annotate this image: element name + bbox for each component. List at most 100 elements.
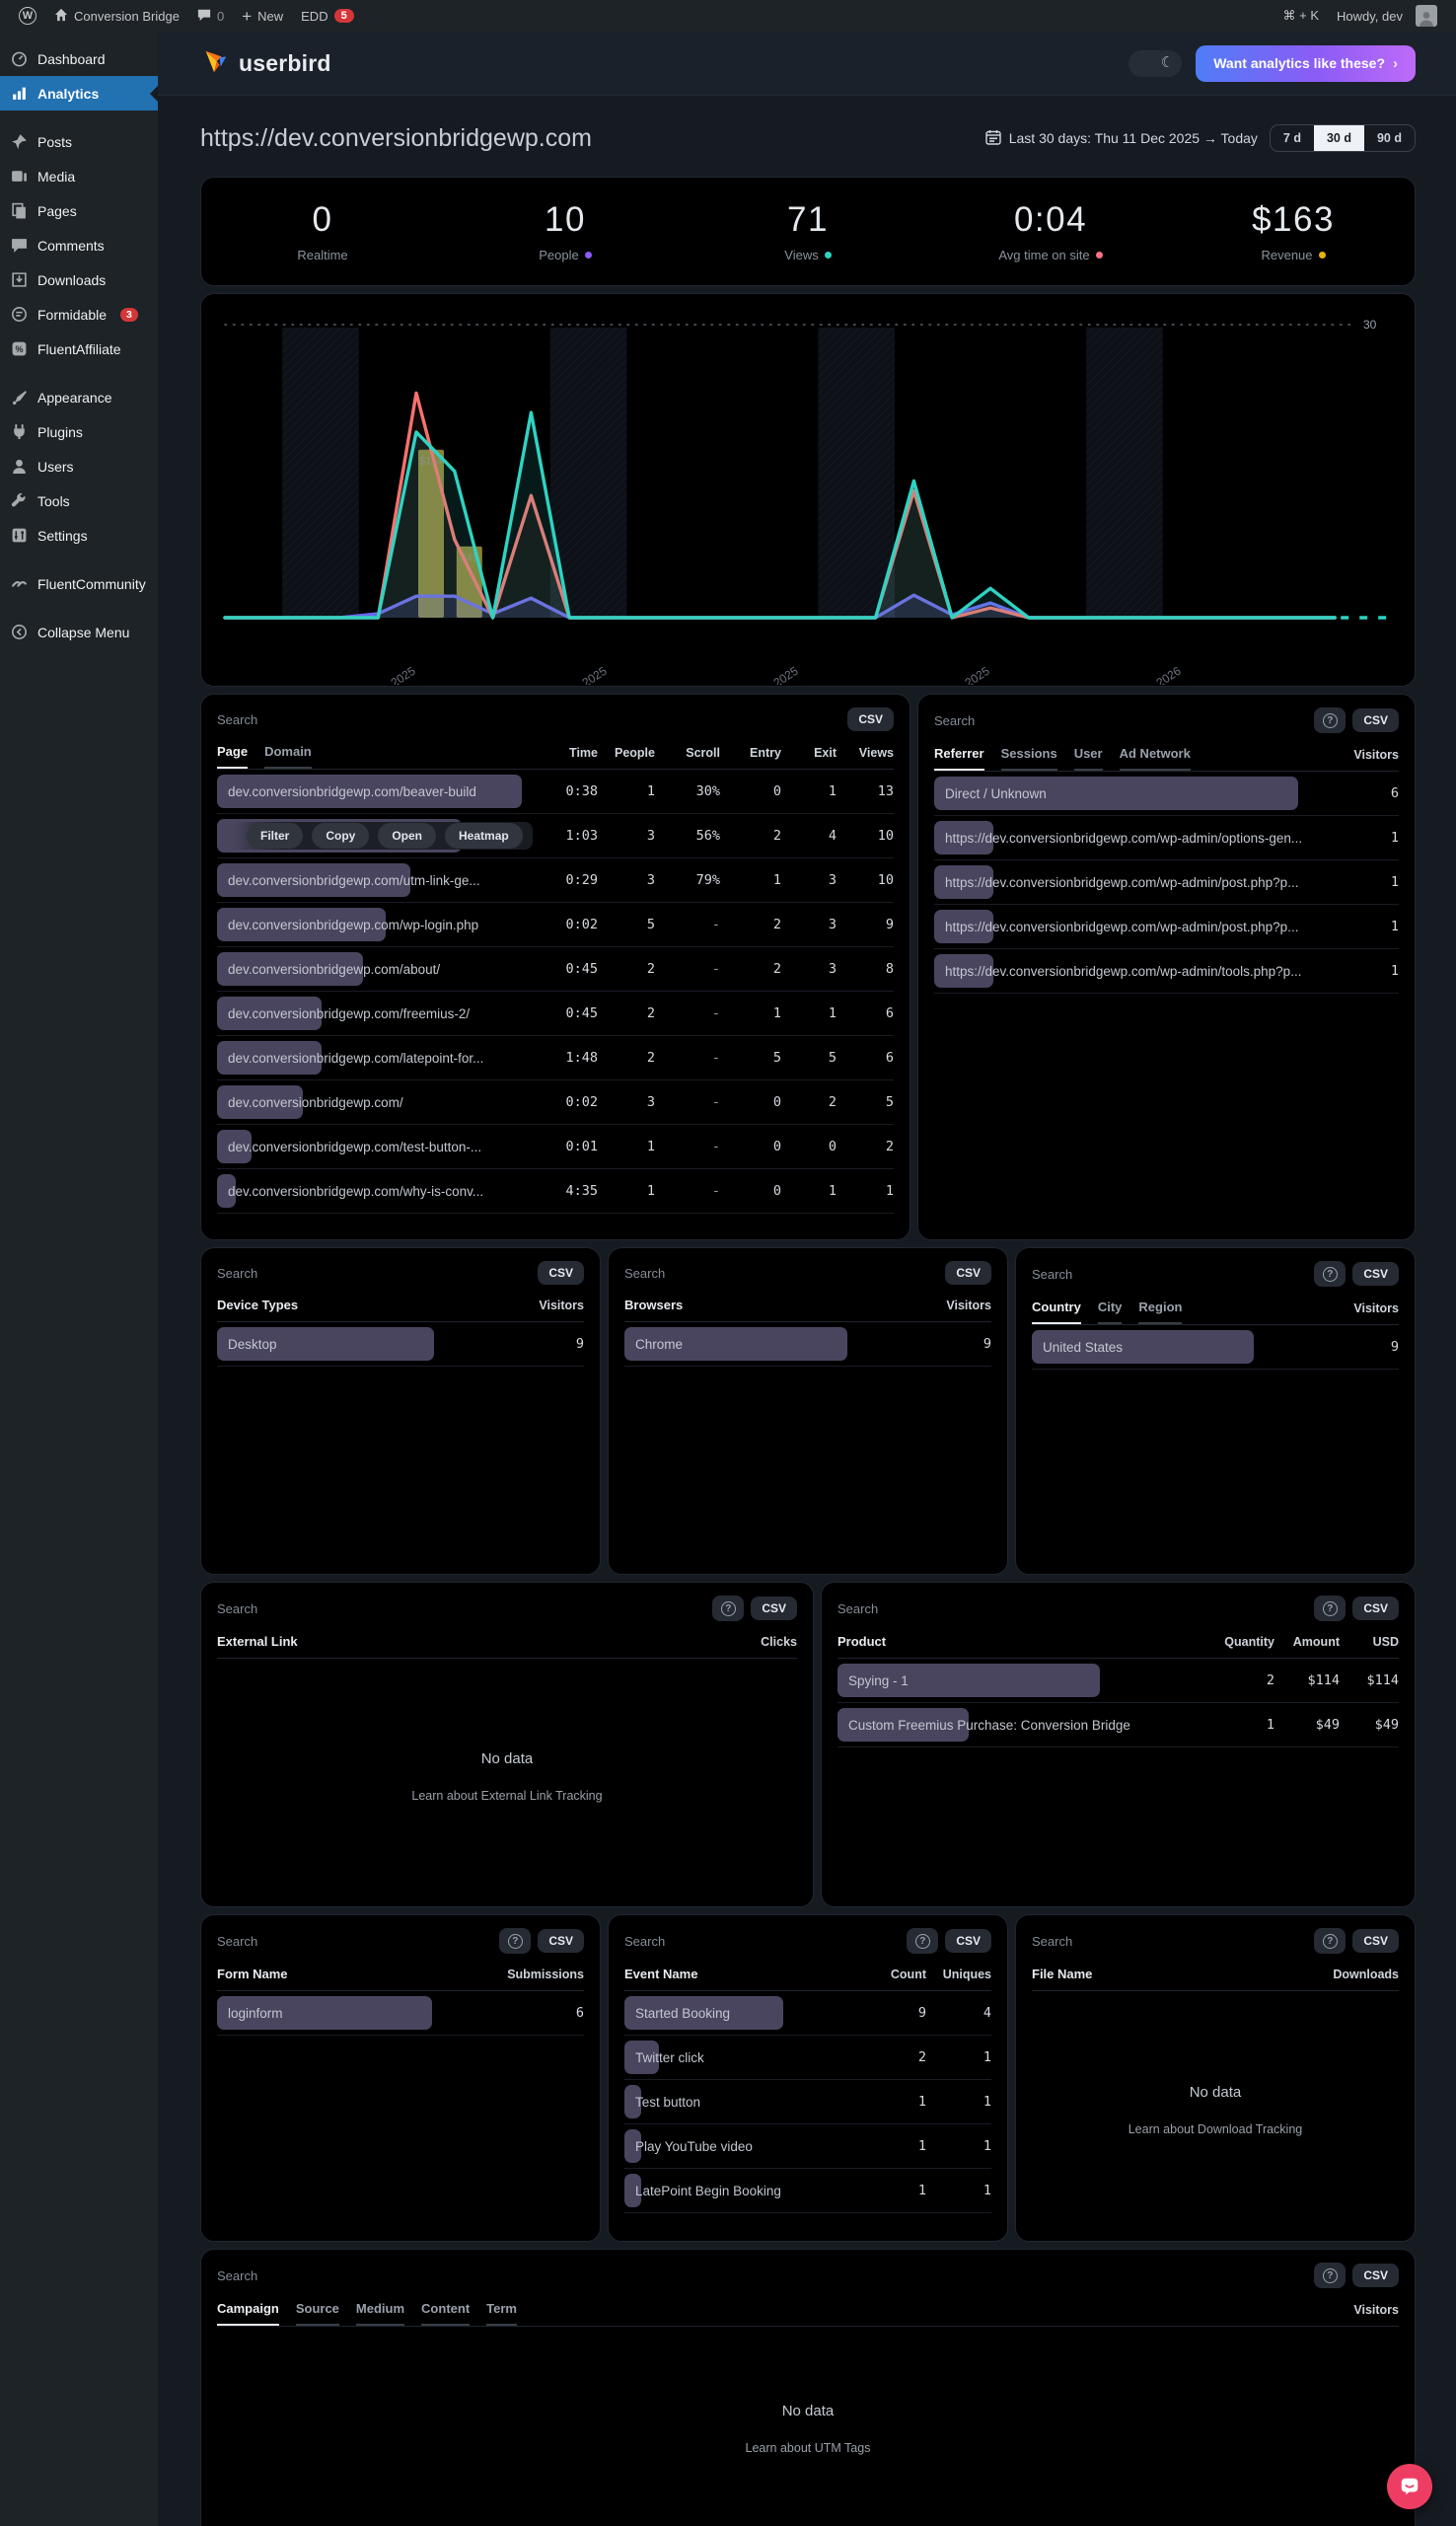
table-row[interactable]: United States 9 — [1032, 1325, 1399, 1370]
search-input[interactable] — [1032, 1266, 1209, 1282]
sidebar-item-users[interactable]: Users — [0, 449, 158, 483]
csv-export-button[interactable]: CSV — [538, 1261, 584, 1285]
range-button-7d[interactable]: 7 d — [1271, 125, 1314, 151]
table-row[interactable]: Spying - 1 2 $114 $114 — [837, 1659, 1399, 1703]
wp-logo-menu[interactable]: W — [10, 0, 45, 32]
csv-export-button[interactable]: CSV — [1352, 1262, 1399, 1286]
search-input[interactable] — [624, 1933, 802, 1949]
table-row[interactable]: dev.conversionbridgewp.com/0:02 3 - 0 2 5 — [217, 1080, 894, 1125]
csv-export-button[interactable]: CSV — [945, 1261, 991, 1285]
table-row[interactable]: Direct / Unknown 6 — [934, 772, 1399, 816]
help-button[interactable]: ? — [1314, 2263, 1347, 2288]
tab-city[interactable]: City — [1097, 1300, 1123, 1324]
filter-action-button[interactable]: Filter — [247, 823, 304, 849]
csv-export-button[interactable]: CSV — [1352, 2264, 1399, 2287]
dark-mode-toggle[interactable]: ☾ — [1128, 49, 1183, 77]
heatmap-action-button[interactable]: Heatmap — [445, 823, 523, 849]
table-row[interactable]: https://dev.conversionbridgewp.com/wp-ad… — [934, 949, 1399, 994]
empty-learn-link[interactable]: Learn about UTM Tags — [746, 2441, 871, 2455]
search-input[interactable] — [934, 712, 1112, 728]
command-shortcut[interactable]: ⌘ + K — [1274, 0, 1329, 32]
tab-ad-network[interactable]: Ad Network — [1119, 746, 1191, 771]
table-row[interactable]: dev.conversionbridgewp.com/beaver-build 0… — [217, 770, 894, 814]
sidebar-item-comments[interactable]: Comments — [0, 228, 158, 262]
search-input[interactable] — [624, 1265, 802, 1281]
sidebar-item-posts[interactable]: Posts — [0, 124, 158, 159]
range-button-30d[interactable]: 30 d — [1313, 125, 1364, 151]
sidebar-item-downloads[interactable]: Downloads — [0, 262, 158, 297]
tab-domain[interactable]: Domain — [264, 744, 312, 769]
table-row[interactable]: Desktop 9 — [217, 1322, 584, 1367]
help-button[interactable]: ? — [712, 1596, 745, 1621]
tab-country[interactable]: Country — [1032, 1300, 1081, 1324]
sidebar-item-fluentaffiliate[interactable]: % FluentAffiliate — [0, 332, 158, 366]
table-row[interactable]: Custom Freemius Purchase: Conversion Bri… — [837, 1703, 1399, 1747]
help-button[interactable]: ? — [1314, 707, 1347, 733]
table-row[interactable]: dev.conversionbridgewp.com/utm-link-ge..… — [217, 858, 894, 903]
tab-sessions[interactable]: Sessions — [1000, 746, 1057, 771]
table-row[interactable]: dev.conversionbridgewp.com/test-button-.… — [217, 1125, 894, 1169]
sidebar-item-formidable[interactable]: Formidable 3 — [0, 297, 158, 332]
csv-export-button[interactable]: CSV — [751, 1597, 797, 1620]
tab-content[interactable]: Content — [421, 2301, 471, 2326]
table-row[interactable]: dev.conversionbridgewp.com/why-is-conv..… — [217, 1169, 894, 1214]
help-button[interactable]: ? — [907, 1928, 939, 1954]
tab-campaign[interactable]: Campaign — [217, 2301, 279, 2326]
tab-region[interactable]: Region — [1138, 1300, 1183, 1324]
open-action-button[interactable]: Open — [378, 823, 437, 849]
sidebar-item-pages[interactable]: Pages — [0, 193, 158, 228]
sidebar-item-settings[interactable]: Settings — [0, 518, 158, 553]
sidebar-item-dashboard[interactable]: Dashboard — [0, 41, 158, 76]
table-row[interactable]: dev.conversionbridgewp.com/wp-login.php 0… — [217, 903, 894, 947]
help-button[interactable]: ? — [499, 1928, 532, 1954]
table-row[interactable]: dev.conversionbridgewp.com/about/0:45 2 - 2… — [217, 947, 894, 992]
search-input[interactable] — [217, 2267, 395, 2283]
empty-learn-link[interactable]: Learn about External Link Tracking — [411, 1789, 602, 1803]
tab-referrer[interactable]: Referrer — [934, 746, 984, 771]
table-row[interactable]: https://dev.conversionbridgewp.com/wp-ad… — [934, 816, 1399, 860]
table-row[interactable]: https://dev.conversionbridgewp.com/wp-ad… — [934, 860, 1399, 905]
sidebar-item-tools[interactable]: Tools — [0, 483, 158, 518]
csv-export-button[interactable]: CSV — [945, 1929, 991, 1953]
search-input[interactable] — [217, 711, 395, 727]
copy-action-button[interactable]: Copy — [312, 823, 370, 849]
new-content-menu[interactable]: + New — [233, 0, 292, 32]
range-button-90d[interactable]: 90 d — [1364, 125, 1415, 151]
tab-term[interactable]: Term — [486, 2301, 517, 2326]
tab-user[interactable]: User — [1073, 746, 1103, 771]
tab-source[interactable]: Source — [295, 2301, 339, 2326]
search-input[interactable] — [217, 1600, 395, 1616]
help-button[interactable]: ? — [1314, 1928, 1347, 1954]
table-row[interactable]: Chrome 9 — [624, 1322, 991, 1367]
search-input[interactable] — [217, 1933, 395, 1949]
table-row[interactable]: Started Booking 9 4 — [624, 1991, 991, 2036]
search-input[interactable] — [217, 1265, 395, 1281]
help-button[interactable]: ? — [1314, 1261, 1347, 1287]
table-row[interactable]: dev.conversionbridgewp.com/latepoint-for… — [217, 1036, 894, 1080]
cta-button[interactable]: Want analytics like these? › — [1196, 44, 1416, 82]
table-row[interactable]: Play YouTube video 1 1 — [624, 2124, 991, 2169]
table-row[interactable]: Filter Copy Open Heatmap 1:03 3 56% 2 4 10 — [217, 814, 894, 858]
comments-menu[interactable]: 0 — [188, 0, 233, 32]
site-menu[interactable]: Conversion Bridge — [45, 0, 188, 32]
chat-widget-button[interactable] — [1387, 2464, 1432, 2509]
sidebar-item-analytics[interactable]: Analytics — [0, 76, 158, 111]
sidebar-item-appearance[interactable]: Appearance — [0, 380, 158, 414]
table-row[interactable]: LatePoint Begin Booking 1 1 — [624, 2169, 991, 2213]
table-row[interactable]: Test button 1 1 — [624, 2080, 991, 2124]
sidebar-item-media[interactable]: Media — [0, 159, 158, 193]
table-row[interactable]: https://dev.conversionbridgewp.com/wp-ad… — [934, 905, 1399, 949]
empty-learn-link[interactable]: Learn about Download Tracking — [1128, 2122, 1303, 2136]
search-input[interactable] — [837, 1600, 1015, 1616]
traffic-chart[interactable]: 30$114$49Dec 16, 2025Dec 21, 2025Dec 26,… — [217, 300, 1401, 713]
csv-export-button[interactable]: CSV — [538, 1929, 584, 1953]
table-row[interactable]: Twitter click 2 1 — [624, 2036, 991, 2080]
sidebar-item-fluentcommunity[interactable]: FluentCommunity — [0, 566, 158, 601]
account-menu[interactable]: Howdy, dev — [1328, 0, 1446, 32]
help-button[interactable]: ? — [1314, 1596, 1347, 1621]
csv-export-button[interactable]: CSV — [1352, 1597, 1399, 1620]
tab-medium[interactable]: Medium — [355, 2301, 405, 2326]
csv-export-button[interactable]: CSV — [847, 707, 894, 731]
table-row[interactable]: loginform 6 — [217, 1991, 584, 2036]
sidebar-item-plugins[interactable]: Plugins — [0, 414, 158, 449]
